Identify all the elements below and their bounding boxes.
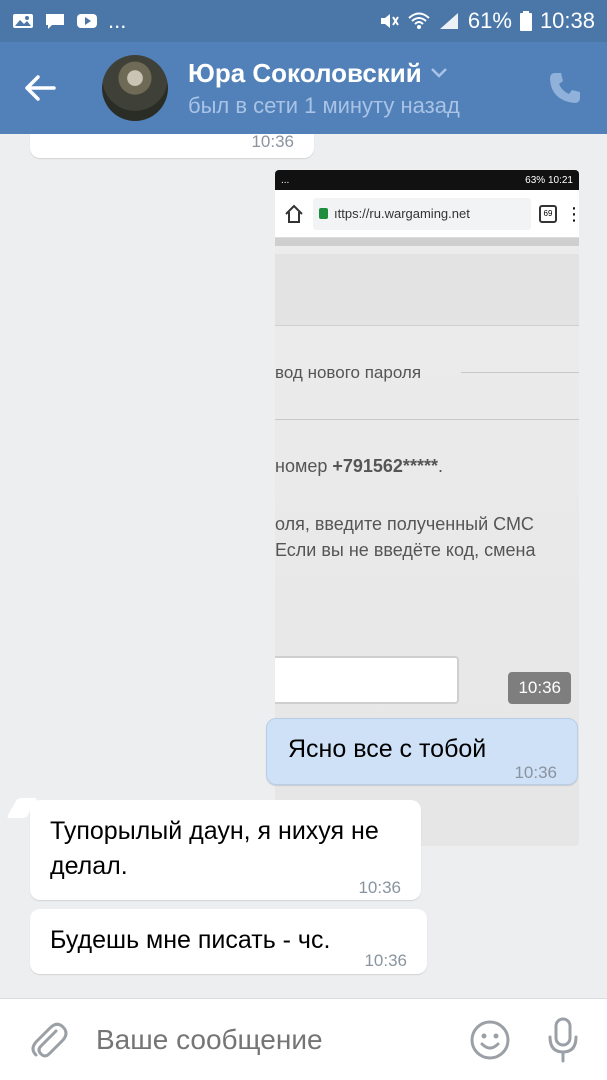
microphone-icon[interactable] xyxy=(545,1017,581,1063)
photo-line2-prefix: номер xyxy=(275,456,333,476)
message-input[interactable] xyxy=(96,1014,469,1065)
photo-status-bar: ... 63% 10:21 xyxy=(275,170,579,190)
mute-icon xyxy=(380,14,399,28)
message-icon xyxy=(46,14,64,29)
status-bar-notifications: ... xyxy=(12,8,126,34)
status-bar: ... 61% 10:38 xyxy=(0,0,607,42)
photo-header-band xyxy=(275,254,579,326)
message-text: Тупорылый даун, я нихуя не делал. xyxy=(50,817,379,880)
emoji-icon[interactable] xyxy=(469,1019,511,1061)
attach-button[interactable] xyxy=(24,1015,74,1065)
photo-url: ıttps://ru.wargaming.net xyxy=(334,206,470,221)
photo-browser-bar: ıttps://ru.wargaming.net 69 ⋮ xyxy=(275,190,579,238)
photo-divider xyxy=(461,372,579,373)
message-text: Будешь мне писать - чс. xyxy=(50,926,331,954)
message-bubble-incoming[interactable]: 10:36 xyxy=(30,134,314,158)
signal-icon xyxy=(439,13,458,29)
back-button[interactable] xyxy=(0,42,80,134)
phone-icon[interactable] xyxy=(547,70,583,106)
chat-header: Юра Соколовский был в сети 1 минуту наза… xyxy=(0,42,607,134)
battery-percent: 61% xyxy=(467,8,512,33)
chevron-down-icon xyxy=(430,68,447,78)
message-time: 10:36 xyxy=(358,878,401,897)
message-text: Ясно все с тобой xyxy=(288,735,487,763)
photo-code-input xyxy=(275,656,459,704)
photo-line1: вод нового пароля xyxy=(275,363,422,382)
avatar[interactable] xyxy=(102,55,168,121)
photo-line2: номер +791562*****. xyxy=(275,456,443,477)
message-list[interactable]: 10:36 ... 63% 10:21 ıttps://ru.wargaming… xyxy=(0,134,607,998)
message-time: 10:36 xyxy=(514,763,557,782)
home-icon xyxy=(285,204,303,223)
paperclip-icon xyxy=(31,1022,68,1057)
composer xyxy=(0,998,607,1080)
message-time: 10:36 xyxy=(364,951,407,970)
message-bubble-outgoing[interactable]: Ясно все с тобой 10:36 xyxy=(266,718,578,785)
message-bubble-incoming[interactable]: Будешь мне писать - чс. 10:36 xyxy=(30,909,427,974)
youtube-icon xyxy=(77,14,97,28)
battery-icon xyxy=(519,11,532,31)
photo-line2-suffix: . xyxy=(437,456,443,476)
contact-status: был в сети 1 минуту назад xyxy=(188,92,460,118)
lock-icon xyxy=(319,208,328,219)
chat-title-block[interactable]: Юра Соколовский был в сети 1 минуту наза… xyxy=(188,58,460,119)
photo-line3: оля, введите полученный СМС xyxy=(275,514,534,534)
photo-address-bar: ıttps://ru.wargaming.net xyxy=(313,197,531,230)
back-arrow-icon xyxy=(25,75,56,101)
clock: 10:38 xyxy=(539,8,595,33)
message-bubble-incoming[interactable]: Тупорылый даун, я нихуя не делал. 10:36 xyxy=(30,800,421,900)
status-bar-more: ... xyxy=(108,8,127,33)
message-time: 10:36 xyxy=(251,134,294,151)
photo-tab-count: 69 xyxy=(539,204,557,223)
message-time: 10:36 xyxy=(508,672,571,704)
gallery-icon xyxy=(13,14,33,28)
photo-line2-number: +791562***** xyxy=(332,456,438,476)
contact-name: Юра Соколовский xyxy=(188,57,422,88)
wifi-icon xyxy=(408,12,430,29)
photo-status-left: ... xyxy=(281,174,290,186)
photo-divider xyxy=(275,419,579,420)
photo-top-band xyxy=(275,238,579,246)
photo-line4: Если вы не введёте код, смена xyxy=(275,540,536,560)
photo-status-right: 63% 10:21 xyxy=(525,174,573,186)
status-bar-system: 61% 10:38 xyxy=(378,8,595,34)
more-vert-icon: ⋮ xyxy=(565,203,579,224)
